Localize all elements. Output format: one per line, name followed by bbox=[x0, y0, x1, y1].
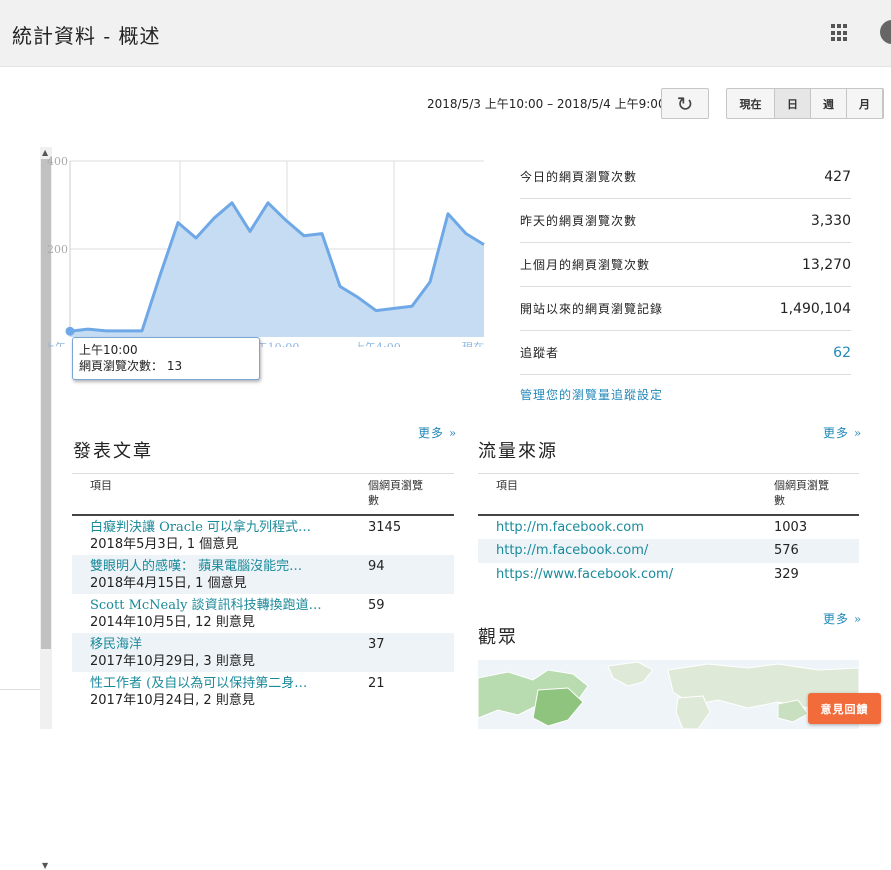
y-tick-label: 400 bbox=[47, 155, 68, 168]
x-tick-label: 午10:00 bbox=[257, 341, 300, 347]
traffic-title: 流量來源 bbox=[478, 441, 558, 462]
traffic-views: 1003 bbox=[774, 520, 808, 535]
traffic-views: 329 bbox=[774, 567, 799, 582]
stat-row: 開站以來的網頁瀏覽記錄 1,490,104 bbox=[520, 287, 851, 331]
traffic-source-link[interactable]: http://m.facebook.com bbox=[478, 515, 756, 539]
stat-label: 上個月的網頁瀏覽次數 bbox=[520, 258, 651, 272]
post-link[interactable]: Scott McNealy 談資訊科技轉換跑道… bbox=[90, 597, 338, 614]
post-meta: 2018年5月3日, 1 個意見 bbox=[90, 537, 239, 552]
chart-tooltip: 上午10:00 網頁瀏覽次數： 13 bbox=[72, 337, 260, 380]
stat-label: 追蹤者 bbox=[520, 346, 560, 360]
table-row: 雙眼明人的感嘆： 蘋果電腦沒能完… 2018年4月15日, 1 個意見 94 bbox=[72, 555, 454, 594]
page-title: 統計資料 - 概述 bbox=[12, 24, 161, 48]
post-meta: 2018年4月15日, 1 個意見 bbox=[90, 576, 247, 591]
post-views: 59 bbox=[368, 598, 385, 613]
table-row: Scott McNealy 談資訊科技轉換跑道… 2014年10月5日, 12 則… bbox=[72, 594, 454, 633]
post-meta: 2017年10月24日, 2 則意見 bbox=[90, 693, 255, 708]
col-views-header: 個網頁瀏覽數 bbox=[350, 473, 454, 516]
table-row: https://www.facebook.com/ 329 bbox=[478, 563, 859, 587]
top-bar: 統計資料 - 概述 bbox=[0, 0, 891, 67]
stat-value: 13,270 bbox=[802, 256, 851, 273]
audience-more-link[interactable]: 更多 » bbox=[823, 610, 862, 627]
segment-day[interactable]: 日 bbox=[775, 89, 811, 118]
period-selector: 現在 日 週 月 bbox=[726, 88, 884, 119]
stat-label: 開站以來的網頁瀏覽記錄 bbox=[520, 302, 664, 316]
segment-now[interactable]: 現在 bbox=[727, 89, 775, 118]
post-meta: 2017年10月29日, 3 則意見 bbox=[90, 654, 255, 669]
post-views: 21 bbox=[368, 676, 385, 691]
stat-row: 追蹤者 62 bbox=[520, 331, 851, 375]
stat-row: 今日的網頁瀏覽次數 427 bbox=[520, 155, 851, 199]
traffic-source-link[interactable]: https://www.facebook.com/ bbox=[478, 563, 756, 587]
refresh-icon: ↻ bbox=[676, 91, 694, 116]
post-link[interactable]: 性工作者 (及自以為可以保持第二身… bbox=[90, 675, 338, 692]
y-tick-label: 200 bbox=[47, 243, 68, 256]
feedback-button[interactable]: 意見回饋 bbox=[808, 693, 881, 724]
col-item-header: 項目 bbox=[72, 473, 350, 516]
stat-row: 上個月的網頁瀏覽次數 13,270 bbox=[520, 243, 851, 287]
stat-label: 今日的網頁瀏覽次數 bbox=[520, 170, 638, 184]
post-views: 94 bbox=[350, 555, 454, 594]
traffic-table: 項目 個網頁瀏覽數 http://m.facebook.com 1003 htt… bbox=[478, 473, 859, 587]
stat-value: 427 bbox=[824, 168, 851, 185]
traffic-source-link[interactable]: http://m.facebook.com/ bbox=[478, 539, 756, 563]
world-map-image bbox=[478, 661, 859, 729]
post-meta: 2014年10月5日, 12 則意見 bbox=[90, 615, 255, 630]
stats-panel: 今日的網頁瀏覽次數 427 昨天的網頁瀏覽次數 3,330 上個月的網頁瀏覽次數 13… bbox=[520, 155, 851, 375]
date-range: 2018/5/3 上午10:00 – 2018/5/4 上午9:00 bbox=[427, 97, 666, 111]
tooltip-value-row: 網頁瀏覽次數： 13 bbox=[79, 358, 253, 374]
post-link[interactable]: 移民海洋 bbox=[90, 636, 338, 653]
audience-title: 觀眾 bbox=[478, 627, 518, 648]
x-tick-label: 現在 bbox=[462, 341, 484, 347]
post-views: 3145 bbox=[368, 520, 402, 535]
post-link[interactable]: 白癡判決讓 Oracle 可以拿九列程式… bbox=[90, 519, 338, 536]
pageviews-chart: 400 200 上午 午10:00 上午4:00 現在 bbox=[44, 155, 485, 347]
x-tick-label: 上午 bbox=[44, 341, 66, 347]
stat-row: 昨天的網頁瀏覽次數 3,330 bbox=[520, 199, 851, 243]
table-row: http://m.facebook.com 1003 bbox=[478, 515, 859, 539]
col-views-header: 個網頁瀏覽數 bbox=[756, 473, 859, 516]
traffic-views: 576 bbox=[756, 539, 859, 563]
segment-week[interactable]: 週 bbox=[811, 89, 847, 118]
scroll-down-icon[interactable]: ▼ bbox=[42, 861, 48, 870]
table-row: 性工作者 (及自以為可以保持第二身… 2017年10月24日, 2 則意見 21 bbox=[72, 672, 454, 711]
post-views: 37 bbox=[350, 633, 454, 672]
manage-tracking-link[interactable]: 管理您的瀏覽量追蹤設定 bbox=[520, 386, 663, 403]
post-link[interactable]: 雙眼明人的感嘆： 蘋果電腦沒能完… bbox=[90, 558, 338, 575]
followers-link[interactable]: 62 bbox=[833, 345, 851, 361]
traffic-more-link[interactable]: 更多 » bbox=[823, 424, 862, 441]
tooltip-value: 13 bbox=[166, 359, 183, 373]
account-icon[interactable] bbox=[880, 20, 891, 44]
posts-title: 發表文章 bbox=[73, 441, 153, 462]
stat-value: 3,330 bbox=[810, 212, 851, 229]
segment-month[interactable]: 月 bbox=[847, 89, 883, 118]
table-row: 白癡判決讓 Oracle 可以拿九列程式… 2018年5月3日, 1 個意見 31… bbox=[72, 515, 454, 555]
stat-value: 1,490,104 bbox=[779, 300, 851, 317]
tooltip-label: 網頁瀏覽次數： bbox=[79, 359, 164, 373]
posts-table: 項目 個網頁瀏覽數 白癡判決讓 Oracle 可以拿九列程式… 2018年5月3日… bbox=[72, 473, 454, 711]
tooltip-time: 上午10:00 bbox=[79, 343, 138, 357]
apps-grid-icon[interactable] bbox=[831, 24, 849, 42]
stat-label: 昨天的網頁瀏覽次數 bbox=[520, 214, 638, 228]
x-tick-label: 上午4:00 bbox=[354, 341, 401, 347]
col-item-header: 項目 bbox=[478, 473, 756, 516]
data-point[interactable] bbox=[65, 326, 75, 336]
posts-more-link[interactable]: 更多 » bbox=[418, 424, 457, 441]
audience-world-map bbox=[478, 660, 859, 729]
table-row: http://m.facebook.com/ 576 bbox=[478, 539, 859, 563]
refresh-button[interactable]: ↻ bbox=[661, 88, 709, 119]
table-row: 移民海洋 2017年10月29日, 3 則意見 37 bbox=[72, 633, 454, 672]
divider bbox=[0, 689, 40, 690]
